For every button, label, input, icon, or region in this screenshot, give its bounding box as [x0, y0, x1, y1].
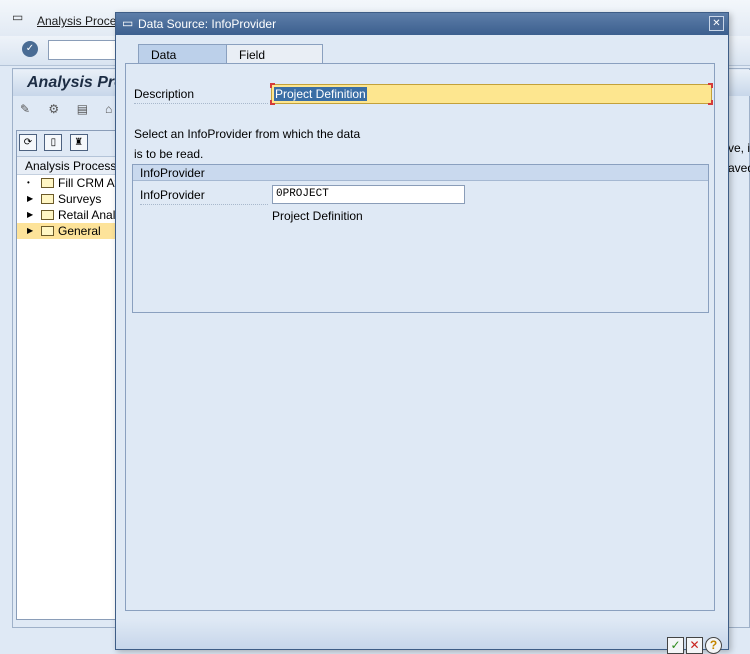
help-button[interactable]: ? — [705, 637, 722, 654]
label-underline — [134, 103, 268, 104]
display-icon[interactable]: ▤ — [77, 102, 95, 120]
expand-arrow-icon[interactable]: ▶ — [27, 223, 33, 239]
tree-item-fill-crm[interactable]: • Fill CRM Attr — [17, 175, 125, 191]
refresh-icon[interactable]: ⟳ — [19, 134, 37, 151]
expand-arrow-icon[interactable]: ▶ — [27, 191, 33, 207]
process-tree: ⟳ ▯ ♜ Analysis Process • Fill CRM Attr ▶ S… — [16, 130, 126, 620]
folder-icon — [41, 194, 54, 204]
edit-icon[interactable]: ✎ — [20, 102, 38, 120]
cancel-button[interactable]: ✕ — [686, 637, 703, 654]
confirm-button[interactable]: ✓ — [667, 637, 684, 654]
dialog-title-bar[interactable]: ▭ Data Source: InfoProvider ✕ — [116, 13, 728, 35]
dialog-title: Data Source: InfoProvider — [138, 17, 277, 31]
infoprovider-label: InfoProvider — [140, 188, 205, 202]
tab-data-source[interactable]: Data Source — [138, 44, 227, 76]
application-toolbar: ✎ ⚙ ▤ ⌂ — [20, 102, 130, 120]
menu-icon[interactable]: ▭ — [12, 10, 23, 24]
new-icon[interactable]: ▯ — [44, 134, 63, 151]
bullet-icon: • — [27, 178, 30, 187]
folder-icon — [41, 178, 54, 188]
group-title: InfoProvider — [133, 165, 708, 181]
info-line: is to be read. — [134, 147, 204, 161]
background-text-line: ve, i — [728, 141, 750, 155]
description-row: Description Project Definition — [134, 83, 714, 105]
infoprovider-group: InfoProvider InfoProvider 0PROJECT Proje… — [132, 164, 709, 313]
expand-arrow-icon[interactable]: ▶ — [27, 207, 33, 223]
tree-item-label: General — [58, 224, 101, 238]
tab-field-selection[interactable]: Field Selection — [226, 44, 323, 76]
tab-content: Description Project Definition Select an… — [125, 63, 715, 611]
required-marker — [270, 100, 275, 105]
description-input[interactable]: Project Definition — [270, 83, 713, 105]
required-marker — [708, 100, 713, 105]
check-icon[interactable]: ✓ — [22, 41, 38, 57]
folder-icon — [41, 226, 54, 236]
infoprovider-input[interactable]: 0PROJECT — [272, 185, 465, 204]
background-text-line: aved — [728, 161, 750, 175]
info-text: Select an InfoProvider from which the da… — [134, 124, 360, 164]
tree-item-label: Surveys — [58, 192, 102, 206]
dialog-icon: ▭ — [122, 16, 134, 30]
infoprovider-description: Project Definition — [272, 209, 363, 223]
background-text: ve, i aved — [728, 138, 750, 178]
tree-toolbar: ⟳ ▯ ♜ — [17, 131, 125, 157]
folder-icon — [41, 210, 54, 220]
close-button[interactable]: ✕ — [709, 16, 724, 31]
activate-icon[interactable]: ⚙ — [48, 102, 66, 120]
description-label: Description — [134, 87, 195, 101]
info-line: Select an InfoProvider from which the da… — [134, 127, 361, 141]
description-value: Project Definition — [274, 87, 367, 101]
data-source-dialog: ▭ Data Source: InfoProvider ✕ Data Sourc… — [115, 12, 729, 654]
required-marker — [270, 83, 275, 88]
tree-header: Analysis Process — [17, 157, 125, 175]
label-underline — [140, 204, 268, 205]
tree-item-general[interactable]: ▶ General — [17, 223, 125, 239]
tree-item-retail[interactable]: ▶ Retail Analyt — [17, 207, 125, 223]
dialog-footer: ✓ ✕ ? — [116, 619, 728, 654]
find-icon[interactable]: ♜ — [69, 134, 88, 151]
background-title-text: Analysis Pro — [27, 74, 124, 91]
infoprovider-row: InfoProvider 0PROJECT — [140, 185, 700, 205]
required-marker — [708, 83, 713, 88]
tree-item-surveys[interactable]: ▶ Surveys — [17, 191, 125, 207]
